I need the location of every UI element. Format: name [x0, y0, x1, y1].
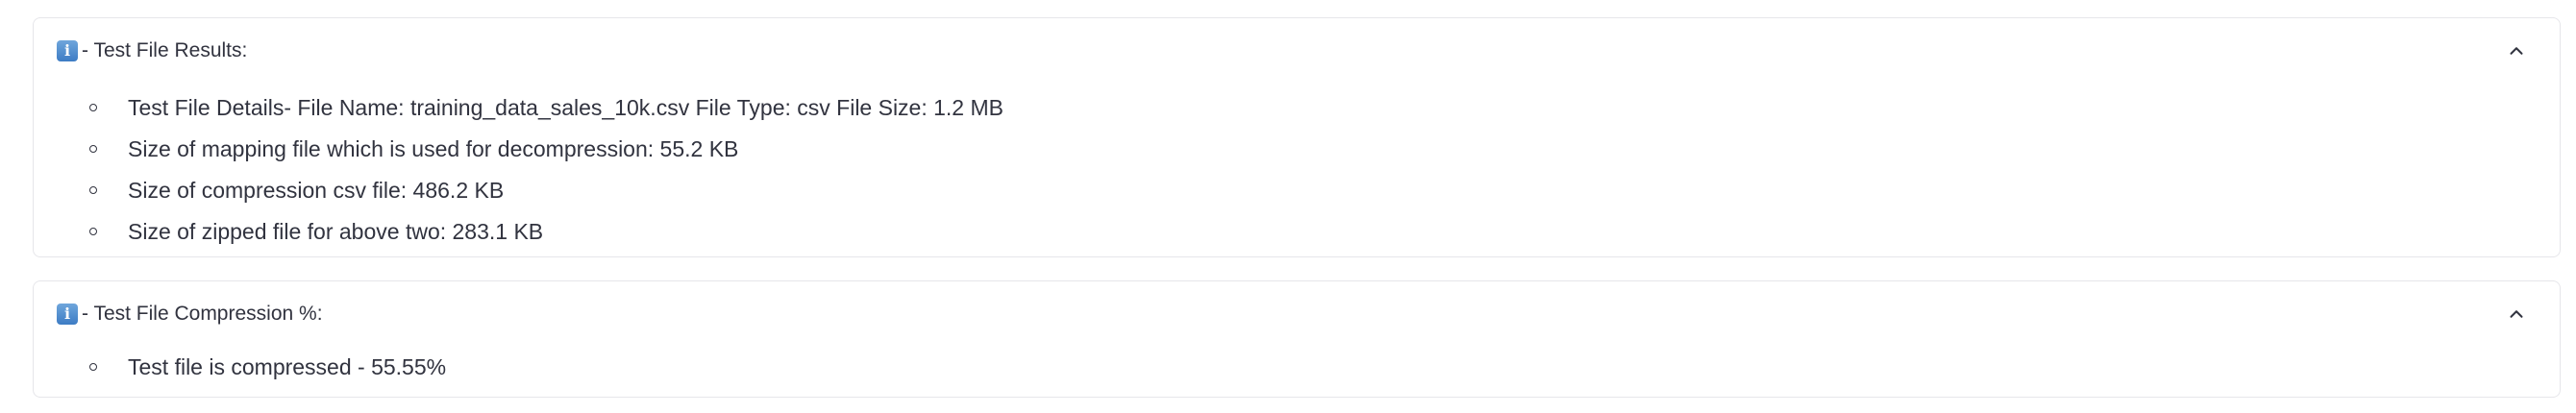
test-file-compression-body: Test file is compressed - 55.55% [34, 347, 2560, 388]
list-item-text: Size of zipped file for above two: 283.1… [128, 219, 544, 244]
list-item: Size of mapping file which is used for d… [62, 129, 2560, 170]
list-item: Size of compression csv file: 486.2 KB [62, 170, 2560, 211]
page: i - Test File Results: Test File Details… [0, 0, 2576, 413]
bullet-icon [89, 227, 97, 235]
test-file-results-body: Test File Details- File Name: training_d… [34, 84, 2560, 253]
info-icon: i [57, 40, 78, 61]
test-file-compression-header[interactable]: i - Test File Compression %: [34, 281, 2560, 347]
test-file-results-title: - Test File Results: [82, 39, 248, 61]
list-item-text: Size of compression csv file: 486.2 KB [128, 178, 505, 203]
chevron-up-icon[interactable] [2506, 40, 2527, 61]
list-item: Test file is compressed - 55.55% [62, 347, 2560, 388]
bullet-icon [89, 144, 97, 153]
test-file-results-header[interactable]: i - Test File Results: [34, 18, 2560, 84]
chevron-up-icon[interactable] [2506, 304, 2527, 325]
info-icon: i [57, 304, 78, 325]
test-file-compression-expander: i - Test File Compression %: Test file i… [33, 280, 2561, 398]
list-item-text: Test file is compressed - 55.55% [128, 354, 447, 379]
bullet-icon [89, 362, 97, 371]
test-file-results-expander: i - Test File Results: Test File Details… [33, 17, 2561, 257]
test-file-compression-title: - Test File Compression %: [82, 303, 323, 325]
list-item: Size of zipped file for above two: 283.1… [62, 211, 2560, 253]
list-item-text: Test File Details- File Name: training_d… [128, 95, 1003, 120]
test-file-results-list: Test File Details- File Name: training_d… [62, 87, 2560, 253]
bullet-icon [89, 103, 97, 111]
bullet-icon [89, 185, 97, 194]
list-item-text: Size of mapping file which is used for d… [128, 136, 739, 161]
test-file-compression-list: Test file is compressed - 55.55% [62, 347, 2560, 388]
list-item: Test File Details- File Name: training_d… [62, 87, 2560, 129]
